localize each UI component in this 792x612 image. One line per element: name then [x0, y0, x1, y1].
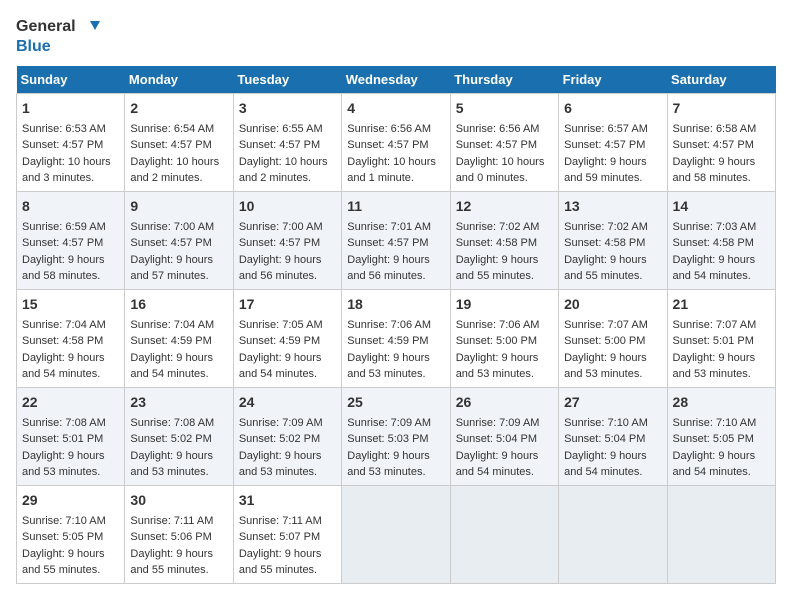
calendar-day: 13 Sunrise: 7:02 AMSunset: 4:58 PMDaylig…: [559, 191, 667, 289]
calendar-day: 7 Sunrise: 6:58 AMSunset: 4:57 PMDayligh…: [667, 93, 775, 191]
calendar-day: 22 Sunrise: 7:08 AMSunset: 5:01 PMDaylig…: [17, 387, 125, 485]
calendar-day: 5 Sunrise: 6:56 AMSunset: 4:57 PMDayligh…: [450, 93, 558, 191]
day-number: 13: [564, 196, 661, 217]
day-number: 1: [22, 98, 119, 119]
day-number: 30: [130, 490, 227, 511]
calendar-day: 2 Sunrise: 6:54 AMSunset: 4:57 PMDayligh…: [125, 93, 233, 191]
calendar-day: 21 Sunrise: 7:07 AMSunset: 5:01 PMDaylig…: [667, 289, 775, 387]
calendar-day: 23 Sunrise: 7:08 AMSunset: 5:02 PMDaylig…: [125, 387, 233, 485]
header-wednesday: Wednesday: [342, 66, 450, 94]
day-number: 6: [564, 98, 661, 119]
calendar-day: 15 Sunrise: 7:04 AMSunset: 4:58 PMDaylig…: [17, 289, 125, 387]
day-number: 23: [130, 392, 227, 413]
header-monday: Monday: [125, 66, 233, 94]
calendar-day: 26 Sunrise: 7:09 AMSunset: 5:04 PMDaylig…: [450, 387, 558, 485]
day-number: 27: [564, 392, 661, 413]
calendar-week-row: 15 Sunrise: 7:04 AMSunset: 4:58 PMDaylig…: [17, 289, 776, 387]
day-number: 17: [239, 294, 336, 315]
calendar-day: 16 Sunrise: 7:04 AMSunset: 4:59 PMDaylig…: [125, 289, 233, 387]
header-tuesday: Tuesday: [233, 66, 341, 94]
calendar-day: 3 Sunrise: 6:55 AMSunset: 4:57 PMDayligh…: [233, 93, 341, 191]
calendar-day: 10 Sunrise: 7:00 AMSunset: 4:57 PMDaylig…: [233, 191, 341, 289]
day-number: 4: [347, 98, 444, 119]
calendar-day: 11 Sunrise: 7:01 AMSunset: 4:57 PMDaylig…: [342, 191, 450, 289]
day-number: 24: [239, 392, 336, 413]
day-number: 29: [22, 490, 119, 511]
calendar-week-row: 8 Sunrise: 6:59 AMSunset: 4:57 PMDayligh…: [17, 191, 776, 289]
calendar-day: [667, 485, 775, 583]
day-number: 21: [673, 294, 770, 315]
day-number: 7: [673, 98, 770, 119]
day-number: 8: [22, 196, 119, 217]
day-number: 22: [22, 392, 119, 413]
calendar-day: 18 Sunrise: 7:06 AMSunset: 4:59 PMDaylig…: [342, 289, 450, 387]
calendar-day: 29 Sunrise: 7:10 AMSunset: 5:05 PMDaylig…: [17, 485, 125, 583]
calendar-day: 6 Sunrise: 6:57 AMSunset: 4:57 PMDayligh…: [559, 93, 667, 191]
calendar-week-row: 29 Sunrise: 7:10 AMSunset: 5:05 PMDaylig…: [17, 485, 776, 583]
day-number: 31: [239, 490, 336, 511]
calendar-day: 14 Sunrise: 7:03 AMSunset: 4:58 PMDaylig…: [667, 191, 775, 289]
day-number: 25: [347, 392, 444, 413]
calendar-day: 1 Sunrise: 6:53 AMSunset: 4:57 PMDayligh…: [17, 93, 125, 191]
header-thursday: Thursday: [450, 66, 558, 94]
day-number: 18: [347, 294, 444, 315]
header-saturday: Saturday: [667, 66, 775, 94]
logo: General Blue: [16, 16, 100, 56]
calendar-table: SundayMondayTuesdayWednesdayThursdayFrid…: [16, 66, 776, 584]
calendar-day: 27 Sunrise: 7:10 AMSunset: 5:04 PMDaylig…: [559, 387, 667, 485]
calendar-day: [342, 485, 450, 583]
day-number: 19: [456, 294, 553, 315]
day-number: 12: [456, 196, 553, 217]
calendar-week-row: 22 Sunrise: 7:08 AMSunset: 5:01 PMDaylig…: [17, 387, 776, 485]
calendar-day: 20 Sunrise: 7:07 AMSunset: 5:00 PMDaylig…: [559, 289, 667, 387]
day-number: 11: [347, 196, 444, 217]
calendar-header-row: SundayMondayTuesdayWednesdayThursdayFrid…: [17, 66, 776, 94]
header-friday: Friday: [559, 66, 667, 94]
calendar-day: 31 Sunrise: 7:11 AMSunset: 5:07 PMDaylig…: [233, 485, 341, 583]
calendar-day: 19 Sunrise: 7:06 AMSunset: 5:00 PMDaylig…: [450, 289, 558, 387]
calendar-day: 8 Sunrise: 6:59 AMSunset: 4:57 PMDayligh…: [17, 191, 125, 289]
calendar-day: 28 Sunrise: 7:10 AMSunset: 5:05 PMDaylig…: [667, 387, 775, 485]
day-number: 14: [673, 196, 770, 217]
day-number: 28: [673, 392, 770, 413]
day-number: 16: [130, 294, 227, 315]
calendar-day: 12 Sunrise: 7:02 AMSunset: 4:58 PMDaylig…: [450, 191, 558, 289]
calendar-day: 4 Sunrise: 6:56 AMSunset: 4:57 PMDayligh…: [342, 93, 450, 191]
day-number: 26: [456, 392, 553, 413]
calendar-day: 9 Sunrise: 7:00 AMSunset: 4:57 PMDayligh…: [125, 191, 233, 289]
day-number: 5: [456, 98, 553, 119]
header-sunday: Sunday: [17, 66, 125, 94]
day-number: 20: [564, 294, 661, 315]
day-number: 10: [239, 196, 336, 217]
day-number: 3: [239, 98, 336, 119]
calendar-day: [450, 485, 558, 583]
calendar-day: 30 Sunrise: 7:11 AMSunset: 5:06 PMDaylig…: [125, 485, 233, 583]
calendar-day: 25 Sunrise: 7:09 AMSunset: 5:03 PMDaylig…: [342, 387, 450, 485]
logo-text-blue: Blue: [16, 38, 100, 56]
calendar-day: 24 Sunrise: 7:09 AMSunset: 5:02 PMDaylig…: [233, 387, 341, 485]
day-number: 9: [130, 196, 227, 217]
day-number: 2: [130, 98, 227, 119]
logo-bird-icon: [78, 16, 100, 38]
day-number: 15: [22, 294, 119, 315]
logo-text-general: General: [16, 18, 76, 36]
calendar-week-row: 1 Sunrise: 6:53 AMSunset: 4:57 PMDayligh…: [17, 93, 776, 191]
calendar-day: 17 Sunrise: 7:05 AMSunset: 4:59 PMDaylig…: [233, 289, 341, 387]
calendar-day: [559, 485, 667, 583]
page-header: General Blue: [16, 16, 776, 56]
